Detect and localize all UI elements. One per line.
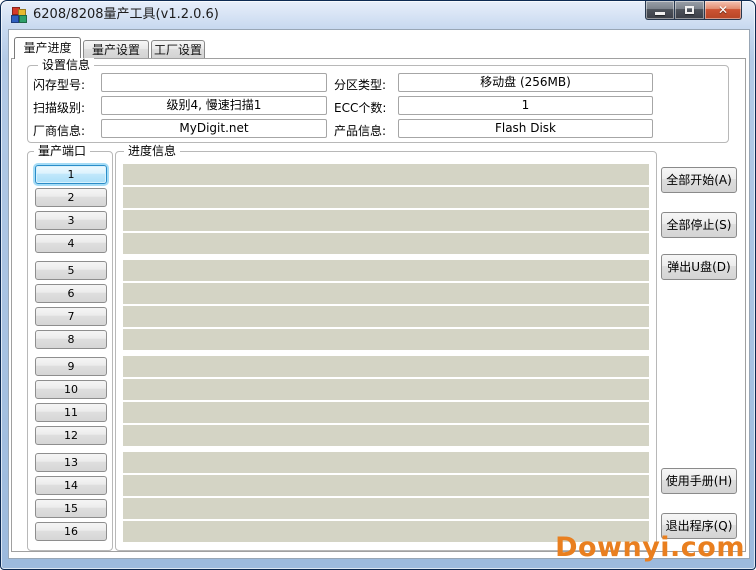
ecc-count-label: ECC个数: bbox=[334, 101, 387, 115]
app-window: 6208/8208量产工具(v1.2.0.6) ✕ 量产进度 量产设置 工厂设置… bbox=[0, 0, 756, 570]
close-icon: ✕ bbox=[717, 3, 729, 17]
start-all-button[interactable]: 全部开始(A) bbox=[661, 167, 737, 193]
progress-bar-12 bbox=[123, 425, 649, 446]
port-button-13[interactable]: 13 bbox=[35, 453, 107, 472]
port-button-3[interactable]: 3 bbox=[35, 211, 107, 230]
progress-bar-7 bbox=[123, 306, 649, 327]
port-button-12[interactable]: 12 bbox=[35, 426, 107, 445]
maximize-button[interactable] bbox=[675, 1, 704, 20]
minimize-button[interactable] bbox=[645, 1, 675, 20]
port-button-5[interactable]: 5 bbox=[35, 261, 107, 280]
port-button-11[interactable]: 11 bbox=[35, 403, 107, 422]
scan-level-label: 扫描级别: bbox=[33, 101, 86, 115]
app-icon-block-blue bbox=[11, 15, 19, 23]
ports-group-label: 量产端口 bbox=[34, 144, 91, 158]
port-button-15[interactable]: 15 bbox=[35, 499, 107, 518]
eject-udisk-button[interactable]: 弹出U盘(D) bbox=[661, 254, 737, 280]
port-button-4[interactable]: 4 bbox=[35, 234, 107, 253]
stop-all-button[interactable]: 全部停止(S) bbox=[661, 212, 737, 238]
progress-bar-13 bbox=[123, 452, 649, 473]
close-button[interactable]: ✕ bbox=[704, 1, 742, 20]
partition-type-label: 分区类型: bbox=[334, 78, 387, 92]
progress-group-label: 进度信息 bbox=[124, 144, 181, 158]
scan-level-field[interactable]: 级别4, 慢速扫描1 bbox=[101, 96, 327, 115]
progress-bar-9 bbox=[123, 356, 649, 377]
screen: 6208/8208量产工具(v1.2.0.6) ✕ 量产进度 量产设置 工厂设置… bbox=[0, 0, 756, 570]
ecc-count-field[interactable]: 1 bbox=[398, 96, 653, 115]
minimize-icon bbox=[655, 11, 665, 15]
progress-bar-2 bbox=[123, 187, 649, 208]
tab-factory-settings[interactable]: 工厂设置 bbox=[151, 40, 205, 59]
progress-bar-6 bbox=[123, 283, 649, 304]
port-button-10[interactable]: 10 bbox=[35, 380, 107, 399]
tab-production-progress[interactable]: 量产进度 bbox=[14, 37, 81, 59]
progress-bar-3 bbox=[123, 210, 649, 231]
app-icon-block-green bbox=[19, 15, 27, 23]
flash-model-label: 闪存型号: bbox=[33, 78, 86, 92]
title-bar[interactable]: 6208/8208量产工具(v1.2.0.6) ✕ bbox=[1, 1, 755, 29]
port-button-6[interactable]: 6 bbox=[35, 284, 107, 303]
product-info-label: 产品信息: bbox=[334, 124, 387, 138]
progress-bar-4 bbox=[123, 233, 649, 254]
product-info-field[interactable]: Flash Disk bbox=[398, 119, 653, 138]
progress-bar-8 bbox=[123, 329, 649, 350]
port-button-14[interactable]: 14 bbox=[35, 476, 107, 495]
watermark-downyi: Downyi.com bbox=[555, 532, 745, 563]
progress-bar-15 bbox=[123, 498, 649, 519]
flash-model-field[interactable] bbox=[101, 73, 327, 92]
partition-type-field[interactable]: 移动盘 (256MB) bbox=[398, 73, 653, 92]
tab-production-settings[interactable]: 量产设置 bbox=[83, 40, 149, 59]
port-button-16[interactable]: 16 bbox=[35, 522, 107, 541]
app-icon bbox=[11, 7, 27, 23]
settings-group-label: 设置信息 bbox=[38, 58, 95, 72]
progress-bar-10 bbox=[123, 379, 649, 400]
caption-buttons: ✕ bbox=[645, 1, 742, 21]
port-button-9[interactable]: 9 bbox=[35, 357, 107, 376]
progress-bar-1 bbox=[123, 164, 649, 185]
progress-bar-14 bbox=[123, 475, 649, 496]
progress-bar-11 bbox=[123, 402, 649, 423]
user-manual-button[interactable]: 使用手册(H) bbox=[661, 468, 737, 494]
vendor-info-label: 厂商信息: bbox=[33, 124, 86, 138]
vendor-info-field[interactable]: MyDigit.net bbox=[101, 119, 327, 138]
progress-bar-5 bbox=[123, 260, 649, 281]
window-title: 6208/8208量产工具(v1.2.0.6) bbox=[33, 7, 219, 22]
port-button-1[interactable]: 1 bbox=[35, 165, 107, 184]
port-button-2[interactable]: 2 bbox=[35, 188, 107, 207]
port-button-8[interactable]: 8 bbox=[35, 330, 107, 349]
maximize-icon bbox=[685, 6, 694, 14]
port-button-7[interactable]: 7 bbox=[35, 307, 107, 326]
